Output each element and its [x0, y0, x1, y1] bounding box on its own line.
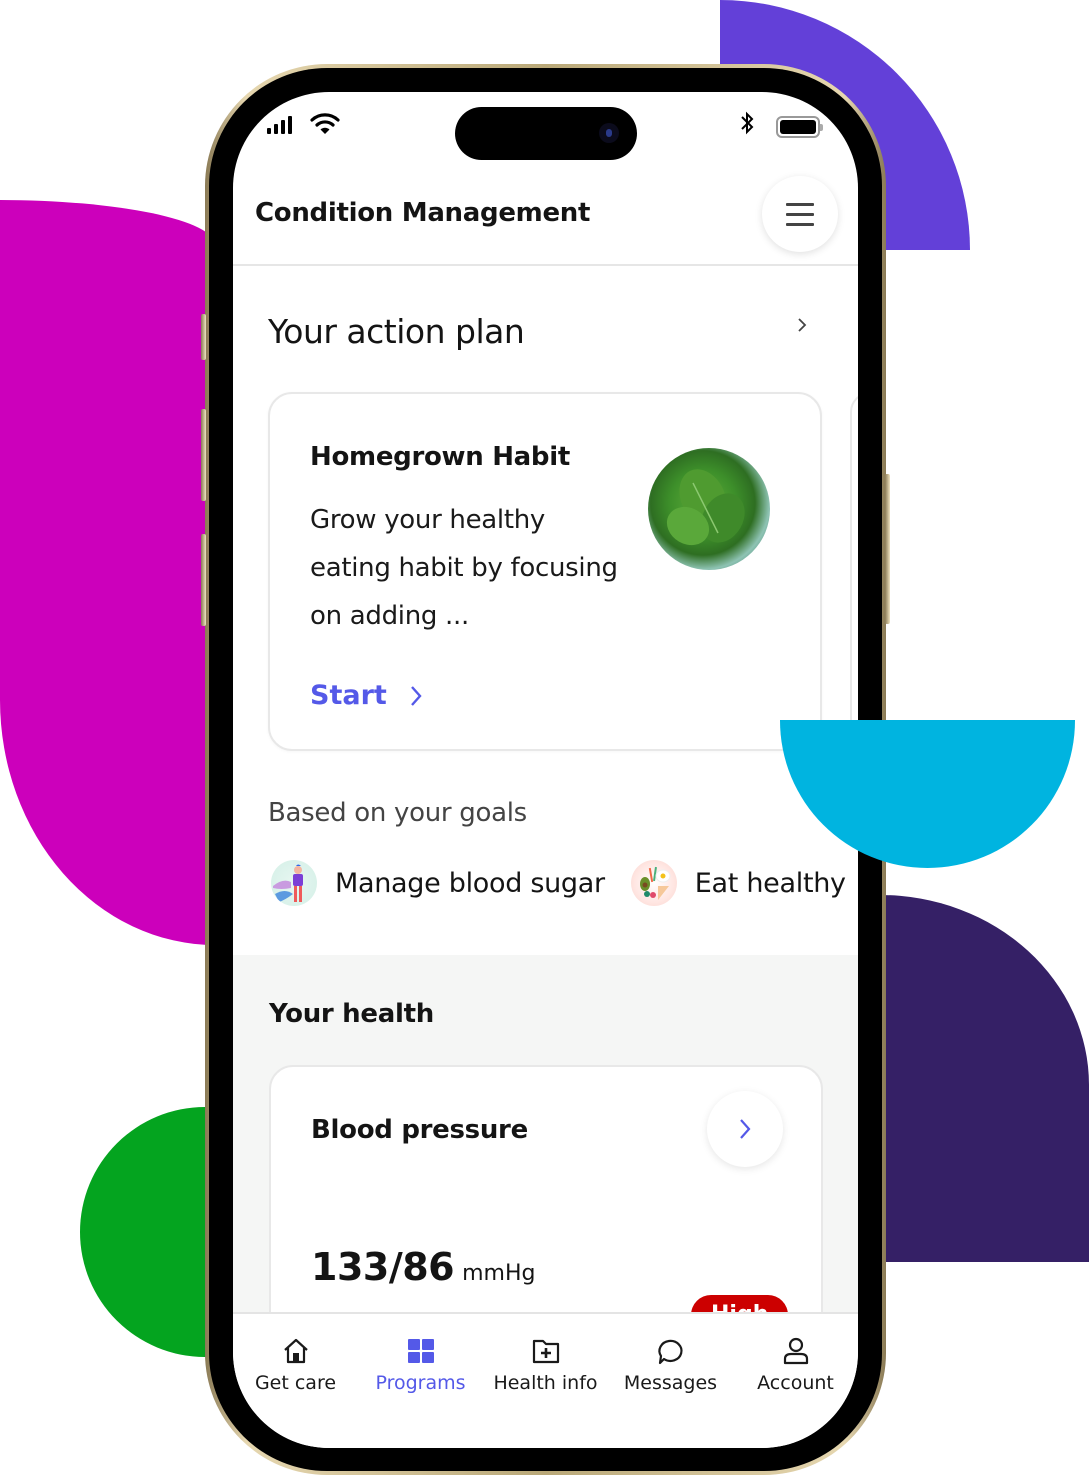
- page-title: Condition Management: [255, 198, 591, 228]
- goal-chip[interactable]: Manage blood sugar: [271, 860, 605, 906]
- start-button[interactable]: Start: [310, 680, 423, 711]
- grid-icon: [407, 1339, 434, 1363]
- chevron-right-icon: [410, 685, 422, 706]
- home-icon: [283, 1338, 308, 1364]
- tab-label: Health info: [493, 1372, 598, 1394]
- power-button: [885, 474, 890, 624]
- tab-messages[interactable]: Messages: [608, 1314, 733, 1448]
- chevron-right-icon: [740, 1119, 751, 1139]
- volume-down-button: [201, 534, 206, 626]
- signal-icon: [267, 116, 292, 134]
- chevron-right-icon[interactable]: [795, 318, 809, 332]
- tab-health-info[interactable]: Health info: [483, 1314, 608, 1448]
- action-plan-title[interactable]: Your action plan: [268, 312, 525, 351]
- blood-pressure-value: 133/86: [311, 1245, 455, 1289]
- goal-chip[interactable]: Eat healthy: [630, 860, 846, 906]
- tab-get-care[interactable]: Get care: [233, 1314, 358, 1448]
- bluetooth-icon: [741, 111, 754, 135]
- menu-button[interactable]: [762, 176, 838, 252]
- card-title: Homegrown Habit: [310, 442, 570, 472]
- healthy-plate-illustration: [630, 860, 677, 906]
- wifi-icon: [310, 113, 340, 134]
- card-description: Grow your healthy eating habit by focusi…: [310, 505, 618, 631]
- phone-frame: Condition Management Your action plan Ho…: [201, 64, 890, 1475]
- front-camera: [599, 123, 619, 143]
- start-label: Start: [310, 680, 387, 711]
- tab-label: Get care: [254, 1372, 337, 1394]
- decorative-dark-purple-shape: [880, 895, 1089, 1262]
- blood-pressure-reading: 133/86 mmHg: [311, 1245, 535, 1289]
- phone-screen: Condition Management Your action plan Ho…: [233, 92, 858, 1448]
- main-content[interactable]: Your action plan Homegrown Habit Grow yo…: [233, 268, 858, 1312]
- goals-title: Based on your goals: [268, 798, 527, 828]
- spinach-bowl-image: [648, 448, 770, 570]
- person-landscape-illustration: [271, 860, 317, 906]
- blood-pressure-unit: mmHg: [462, 1261, 536, 1286]
- goals-list: Manage blood sugar Eat healthy: [271, 860, 846, 906]
- action-button: [201, 314, 206, 360]
- action-plan-card[interactable]: Homegrown Habit Grow your healthy eating…: [268, 392, 822, 751]
- goal-label: Eat healthy: [694, 867, 846, 899]
- volume-up-button: [201, 409, 206, 501]
- tab-label: Messages: [623, 1372, 718, 1394]
- health-title: Your health: [269, 999, 434, 1029]
- blood-pressure-card[interactable]: Blood pressure 133/86 mmHg High: [269, 1065, 823, 1312]
- bottom-tab-bar: Get care Programs Health info Messages A…: [233, 1312, 858, 1448]
- folder-plus-icon: [532, 1339, 559, 1364]
- status-bar: [233, 92, 858, 172]
- tab-label: Account: [757, 1372, 834, 1394]
- tab-programs[interactable]: Programs: [358, 1314, 483, 1448]
- phone-bezel: Condition Management Your action plan Ho…: [209, 68, 882, 1471]
- status-badge: High: [691, 1295, 789, 1312]
- decorative-magenta-shape: [0, 200, 215, 945]
- tab-label: Programs: [375, 1372, 466, 1394]
- battery-icon: [776, 116, 823, 138]
- dynamic-island: [455, 107, 637, 160]
- goal-label: Manage blood sugar: [335, 867, 605, 899]
- user-icon: [783, 1337, 808, 1365]
- your-health-section: Your health Blood pressure 133/86 mmHg: [233, 955, 858, 1312]
- blood-pressure-title: Blood pressure: [311, 1115, 528, 1145]
- next-plan-card[interactable]: [850, 392, 858, 751]
- chat-bubble-icon: [657, 1339, 683, 1365]
- app-header: Condition Management: [233, 172, 858, 266]
- blood-pressure-details-button[interactable]: [707, 1091, 783, 1167]
- tab-account[interactable]: Account: [733, 1314, 858, 1448]
- hamburger-menu-icon: [786, 202, 814, 206]
